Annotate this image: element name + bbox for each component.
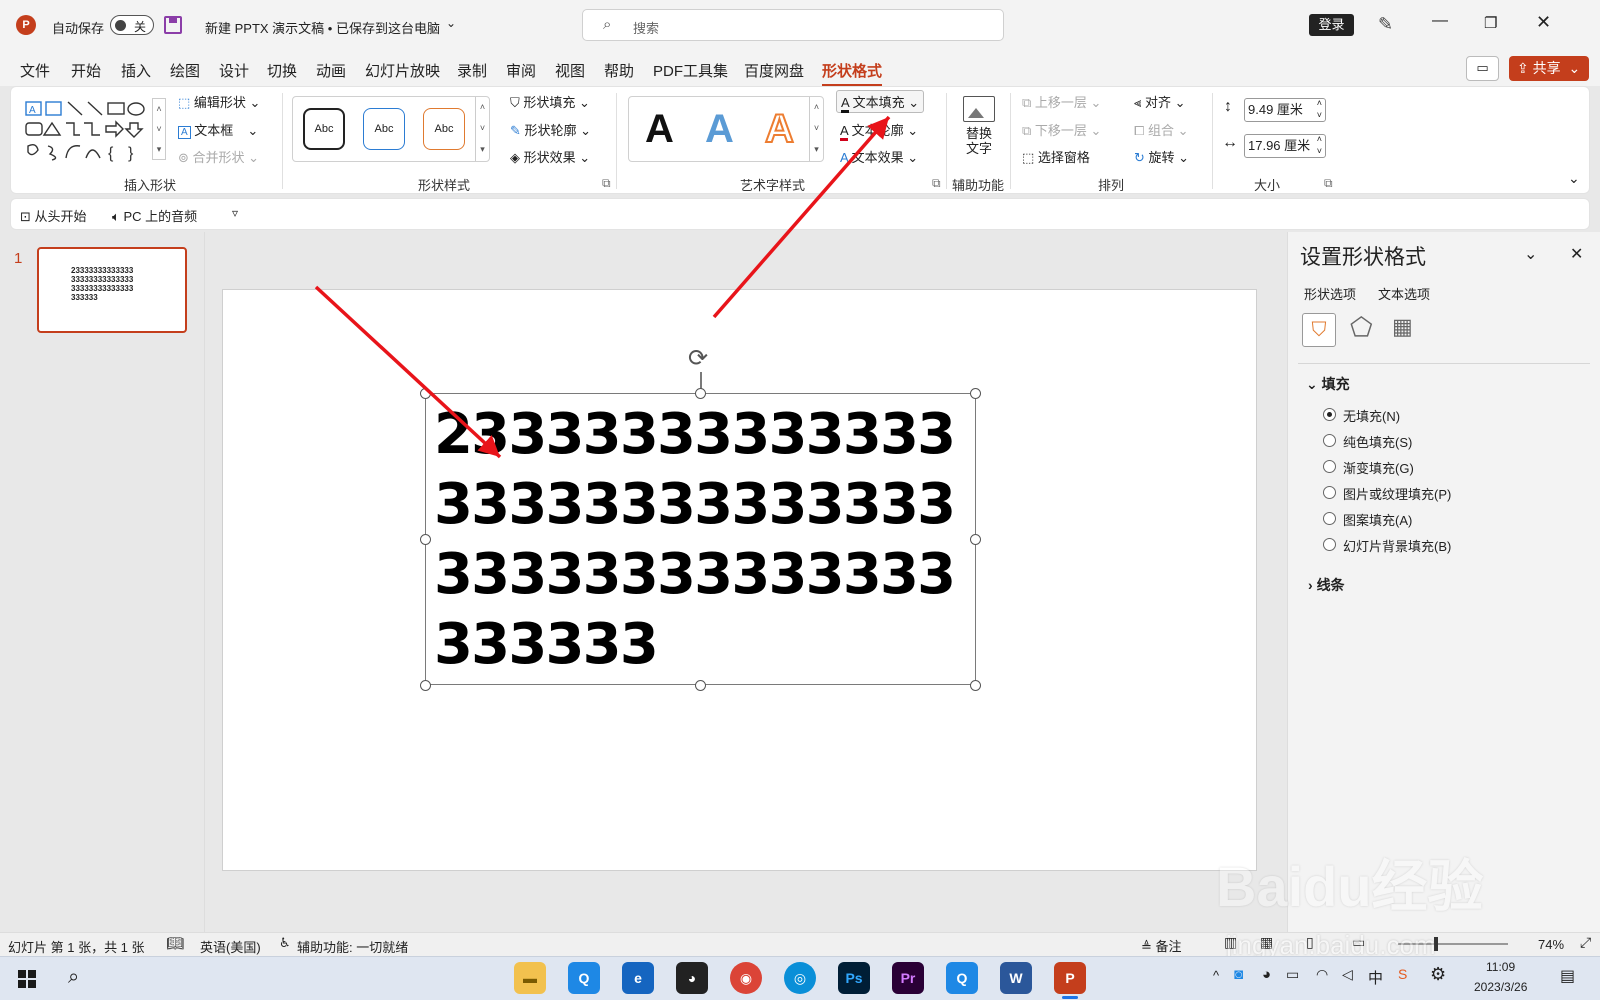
notes-label: 备注 <box>1155 939 1182 954</box>
notes-icon: ≜ <box>1141 939 1152 954</box>
tray-qq-icon[interactable]: ◕ <box>1262 966 1271 983</box>
battery-icon[interactable]: ▭ <box>1286 966 1299 983</box>
taskbar-search-icon[interactable]: ⌕ <box>68 966 79 989</box>
settings-gear-icon[interactable]: ⚙ <box>1430 964 1446 985</box>
file-explorer-icon[interactable]: ▬ <box>514 962 546 994</box>
spellcheck-icon[interactable]: 📖︎ <box>166 935 184 952</box>
premiere-icon[interactable]: Pr <box>892 962 924 994</box>
qq-browser-2-icon[interactable]: Q <box>946 962 978 994</box>
slide-info[interactable]: 幻灯片 第 1 张，共 1 张 <box>8 937 145 956</box>
clock-time[interactable]: 11:09 <box>1486 960 1515 974</box>
chrome-icon[interactable]: ◉ <box>730 962 762 994</box>
photoshop-icon[interactable]: Ps <box>838 962 870 994</box>
edge-legacy-icon[interactable]: e <box>622 962 654 994</box>
active-app-indicator <box>1062 996 1078 999</box>
accessibility-status[interactable]: 辅助功能: 一切就绪 <box>297 937 408 956</box>
qq-icon[interactable]: ◕ <box>676 962 708 994</box>
annotation-arrow <box>314 285 502 459</box>
tray-chevron-up-icon[interactable]: ^ <box>1213 968 1219 983</box>
zoom-level[interactable]: 74% <box>1538 937 1564 952</box>
annotation-arrow <box>712 115 891 319</box>
fit-to-window-icon[interactable]: ⤢ <box>1580 934 1591 951</box>
qq-browser-icon[interactable]: Q <box>568 962 600 994</box>
ime-indicator[interactable]: 中 <box>1368 967 1383 988</box>
baidu-watermark: Baidu经验 <box>1216 855 1484 918</box>
language-status[interactable]: 英语(美国) <box>200 937 261 956</box>
sogou-icon[interactable]: S <box>1398 966 1407 982</box>
accessibility-icon: ♿︎ <box>279 935 291 950</box>
powerpoint-taskbar-icon[interactable]: P <box>1054 962 1086 994</box>
volume-icon[interactable]: ◁ <box>1342 966 1353 983</box>
windows-start-icon[interactable] <box>18 970 36 988</box>
notification-icon[interactable]: ▤ <box>1560 966 1575 986</box>
clock-date[interactable]: 2023/3/26 <box>1474 980 1527 994</box>
wifi-icon[interactable]: ◠ <box>1316 966 1328 983</box>
tray-app-icon[interactable]: ◙ <box>1234 966 1243 983</box>
edge-icon[interactable]: ◎ <box>784 962 816 994</box>
notes-button[interactable]: ≜ 备注 <box>1141 936 1182 955</box>
word-icon[interactable]: W <box>1000 962 1032 994</box>
